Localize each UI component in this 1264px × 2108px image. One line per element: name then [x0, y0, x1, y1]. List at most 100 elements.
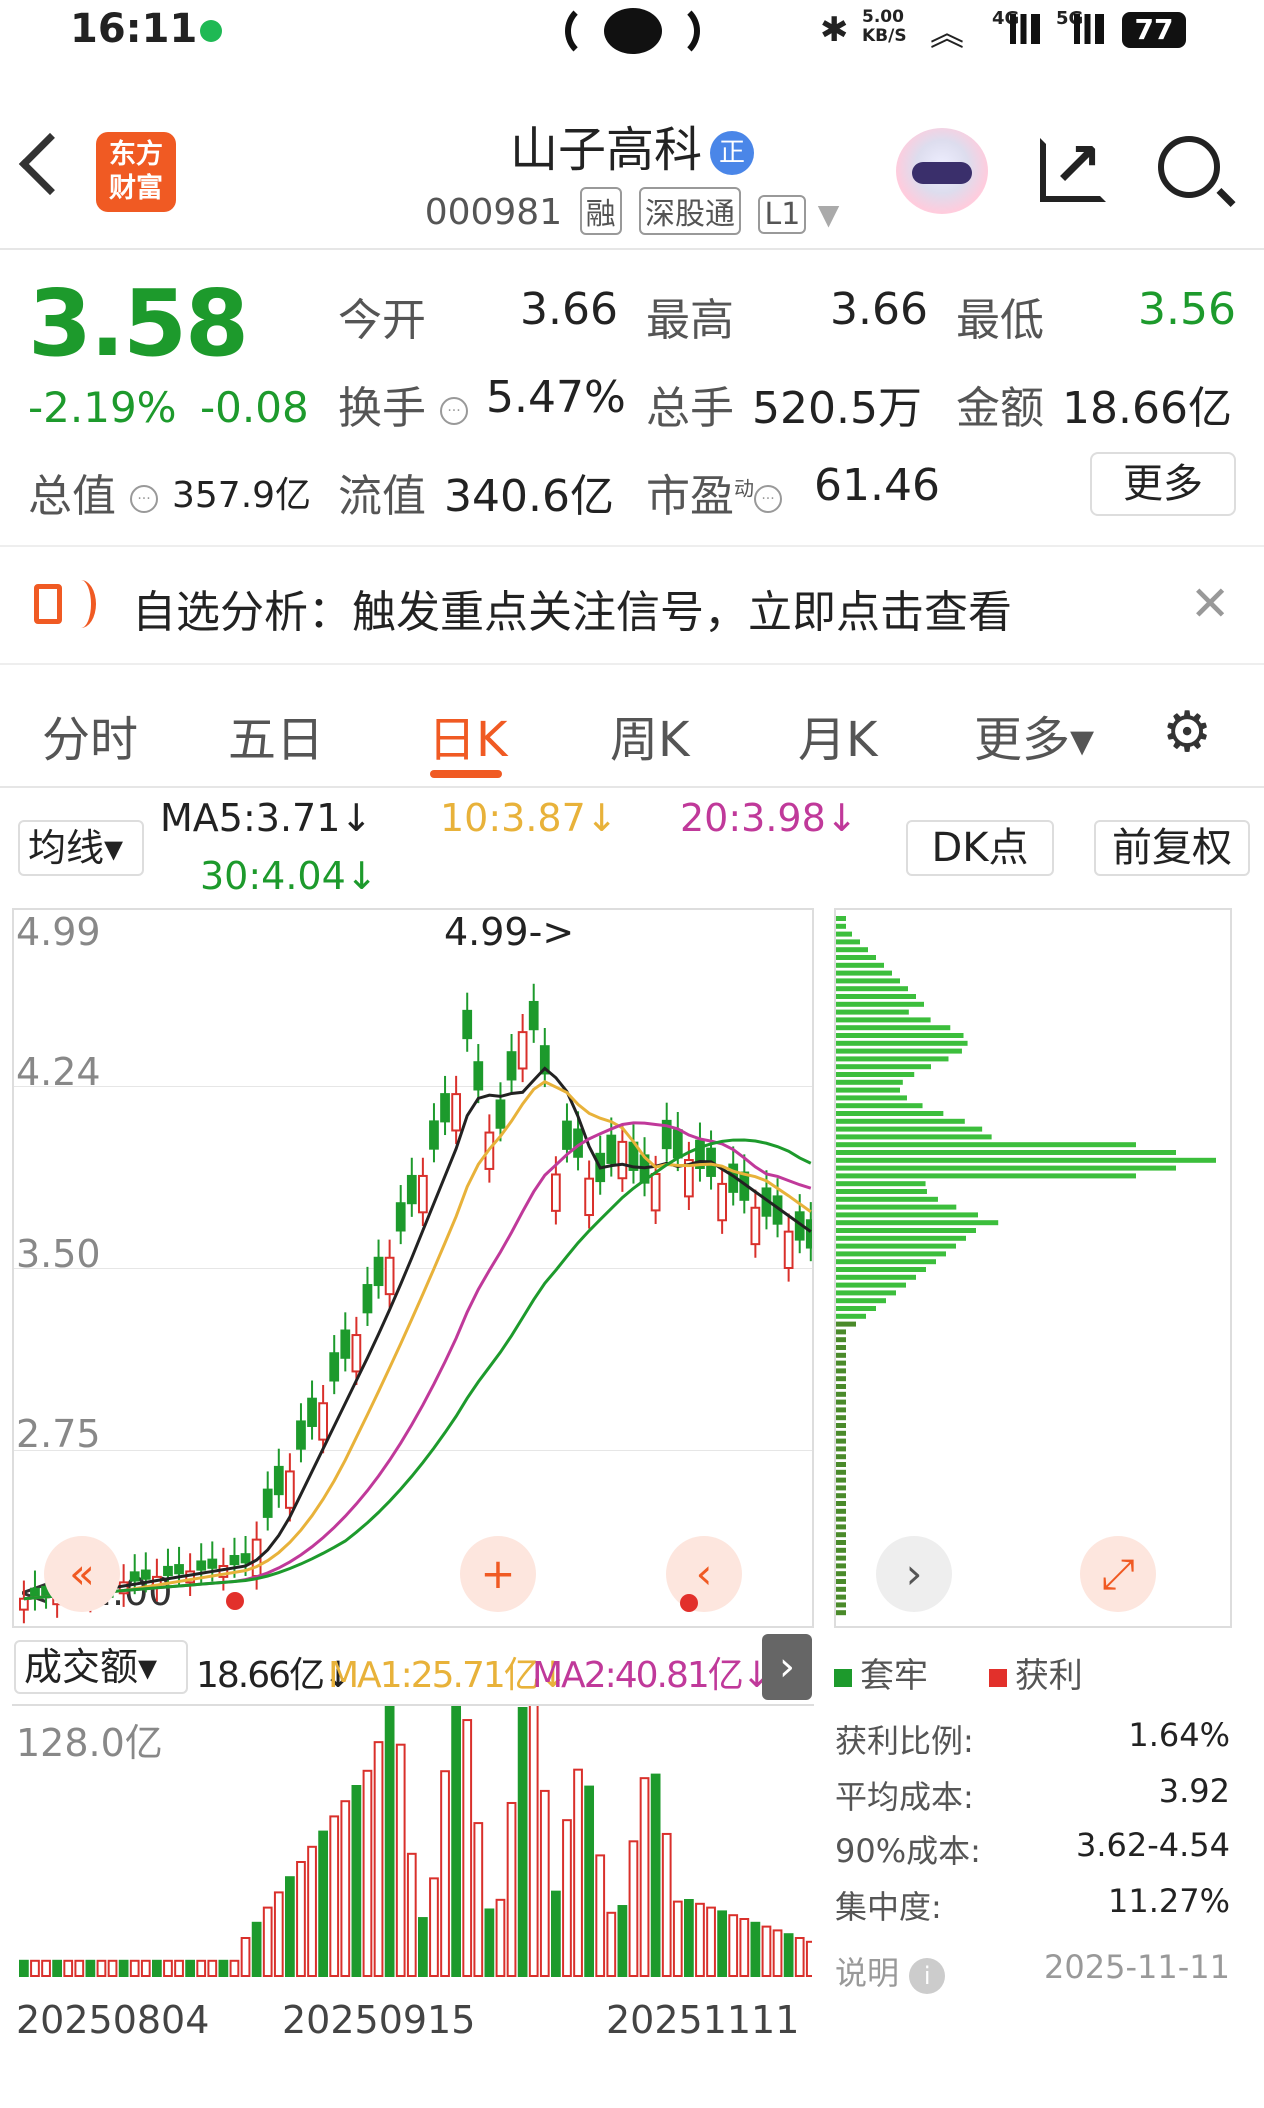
- volume-bar: [296, 1861, 306, 1977]
- assistant-avatar[interactable]: [896, 128, 988, 214]
- volume-ma2: MA2:40.81亿↓: [532, 1655, 772, 1696]
- candle: [395, 1202, 406, 1232]
- candle: [340, 1329, 351, 1359]
- volume-bar: [174, 1959, 184, 1978]
- tab-monthly-k[interactable]: 月K: [798, 700, 877, 770]
- candle: [440, 1093, 450, 1123]
- chip-note[interactable]: 说明 i: [835, 1948, 946, 1994]
- signal-dot: [226, 1592, 244, 1610]
- candle: [528, 1000, 539, 1031]
- chip-bar: [836, 1134, 992, 1140]
- candle: [285, 1470, 295, 1509]
- chip-chart: [836, 916, 1216, 1616]
- chip-bar: [836, 1532, 846, 1538]
- chevron-down-icon[interactable]: ▼: [818, 198, 840, 231]
- volume-bar: [373, 1741, 384, 1977]
- more-button[interactable]: 更多: [1090, 452, 1236, 516]
- tab-intraday[interactable]: 分时: [42, 700, 138, 770]
- divider: [0, 248, 1264, 250]
- candle: [30, 1587, 40, 1598]
- turnover-label-text: 换手: [338, 383, 426, 434]
- volume-bar: [318, 1830, 329, 1977]
- chip-bar: [836, 955, 876, 960]
- candle: [240, 1553, 251, 1564]
- chip-bar: [836, 1321, 856, 1327]
- volume-bar: [285, 1876, 295, 1977]
- volume-bar: [484, 1908, 495, 1977]
- candle: [384, 1256, 395, 1296]
- high-value: 3.66: [830, 284, 928, 335]
- pan-left-icon[interactable]: «: [44, 1536, 120, 1612]
- prev-icon[interactable]: ‹: [666, 1536, 742, 1612]
- chip-bars: [836, 916, 1216, 1616]
- volume-bar: [650, 1773, 661, 1977]
- chevron-right-icon[interactable]: ›: [762, 1634, 812, 1700]
- indicator-select[interactable]: 均线▾: [18, 820, 144, 876]
- date-label: 20250915: [282, 1998, 476, 2042]
- candle: [783, 1230, 794, 1269]
- candle: [329, 1352, 340, 1382]
- volume-bar: [761, 1925, 772, 1978]
- stat-value: 3.62-4.54: [1075, 1826, 1230, 1864]
- dk-button[interactable]: DK点: [906, 820, 1054, 876]
- search-icon[interactable]: [1158, 136, 1220, 198]
- chip-bar: [836, 1064, 931, 1070]
- volume-bar: [196, 1959, 207, 1978]
- chip-bar: [836, 962, 884, 968]
- volume-bar: [395, 1743, 406, 1978]
- volume-label: 总手: [646, 383, 734, 434]
- chip-bar: [836, 1313, 866, 1319]
- chip-bar: [836, 1493, 846, 1499]
- next-icon[interactable]: ›: [876, 1536, 952, 1612]
- volume-bar: [783, 1933, 794, 1977]
- volume-bar: [362, 1769, 373, 1977]
- battery-icon: 77: [1122, 12, 1186, 48]
- chip-bar: [836, 1095, 907, 1101]
- note-text: 说明: [835, 1954, 900, 1992]
- tab-weekly-k[interactable]: 周K: [610, 700, 689, 770]
- banner-text[interactable]: 自选分析：触发重点关注信号，立即点击查看: [132, 576, 1012, 640]
- info-icon[interactable]: ···: [754, 485, 782, 513]
- chip-bar: [836, 986, 908, 992]
- volume-bar: [418, 1917, 428, 1977]
- candle: [650, 1173, 661, 1212]
- info-icon[interactable]: ···: [130, 485, 158, 513]
- candle: [606, 1134, 617, 1164]
- stat-label: 获利比例:: [835, 1722, 974, 1760]
- chip-bar: [836, 1251, 946, 1257]
- tab-five-day[interactable]: 五日: [228, 700, 324, 770]
- volume-bar: [617, 1905, 628, 1977]
- cloud-icon: [604, 8, 662, 54]
- adjust-button[interactable]: 前复权: [1094, 820, 1250, 876]
- chip-bar: [836, 1376, 846, 1382]
- tag-margin: 融: [579, 187, 622, 235]
- candle: [451, 1093, 462, 1132]
- divider: [0, 786, 1264, 788]
- tab-daily-k[interactable]: 日K: [428, 700, 507, 770]
- volume-select[interactable]: 成交额▾: [14, 1640, 188, 1694]
- expand-icon[interactable]: ⤢: [1080, 1536, 1156, 1612]
- gear-icon[interactable]: ⚙: [1162, 700, 1212, 765]
- volume-bar: [506, 1801, 517, 1977]
- volume-ma1: MA1:25.71亿↓: [328, 1655, 568, 1696]
- share-icon[interactable]: [1040, 130, 1106, 202]
- low-label: 最低: [956, 295, 1044, 346]
- candle: [750, 1206, 761, 1246]
- volume-bar: [129, 1959, 140, 1978]
- zoom-in-icon[interactable]: +: [460, 1536, 536, 1612]
- tab-more[interactable]: 更多▾: [974, 700, 1094, 770]
- close-icon[interactable]: ✕: [1190, 576, 1230, 632]
- candles: [19, 983, 812, 1624]
- chip-bar: [836, 1508, 846, 1514]
- chip-bar: [836, 1150, 1176, 1155]
- change-amount: -0.08: [200, 383, 309, 432]
- turnover-value: 5.47%: [486, 372, 626, 423]
- info-icon[interactable]: ···: [440, 397, 468, 425]
- chip-bar: [836, 1454, 846, 1460]
- volume-bar: [229, 1959, 240, 1978]
- candle: [562, 1120, 572, 1150]
- legend-swatch-trapped: [834, 1668, 852, 1687]
- volume-bar: [628, 1840, 639, 1977]
- amount-value: 18.66亿: [1062, 383, 1232, 434]
- chip-bar: [836, 1173, 1136, 1179]
